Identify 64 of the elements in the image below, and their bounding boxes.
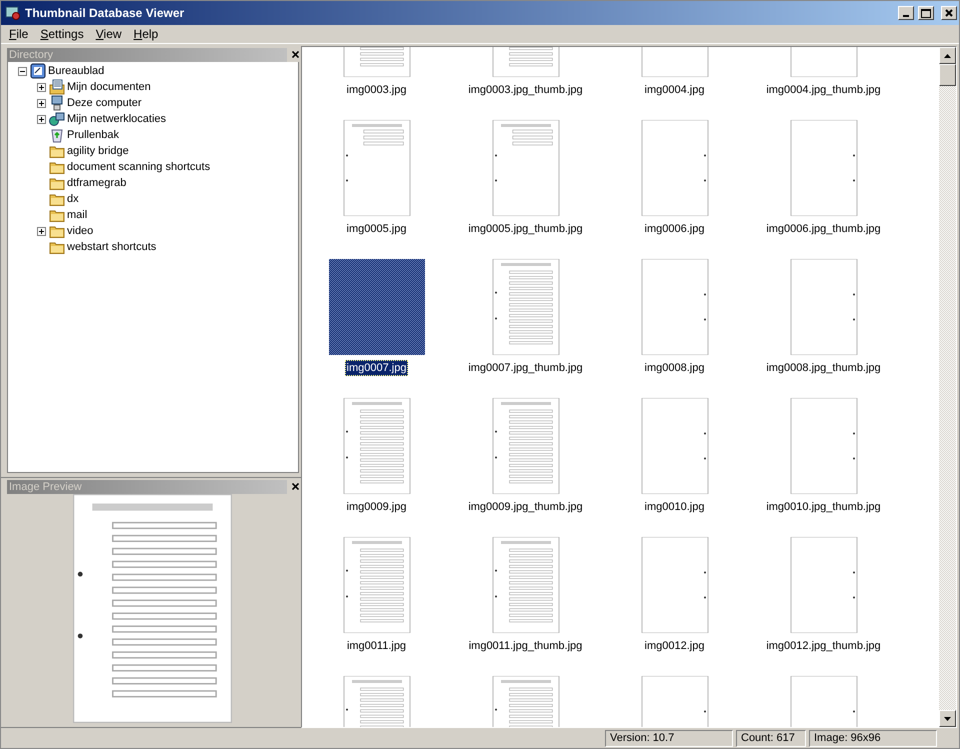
file-name: img0009.jpg bbox=[346, 500, 408, 515]
maximize-button[interactable] bbox=[918, 6, 934, 20]
file-name: img0008.jpg bbox=[644, 361, 706, 376]
maximize-icon bbox=[921, 8, 932, 18]
menu-item[interactable]: Help bbox=[128, 25, 164, 43]
scroll-thumb[interactable] bbox=[939, 64, 956, 86]
down-arrow-icon bbox=[944, 716, 951, 720]
tree-item[interactable]: video bbox=[67, 222, 94, 240]
file-name: img0012.jpg bbox=[644, 639, 706, 654]
file-name: img0006.jpg bbox=[644, 222, 706, 237]
file-name: img0004.jpg bbox=[644, 83, 706, 98]
scroll-down-button[interactable] bbox=[939, 710, 956, 727]
file-name: img0007.jpg_thumb.jpg bbox=[467, 361, 584, 376]
tree-item[interactable]: mail bbox=[67, 206, 88, 224]
status-text: Image: 96x96 bbox=[809, 730, 937, 746]
tree-item[interactable]: webstart shortcuts bbox=[67, 238, 156, 256]
tree-item[interactable]: dtframegrab bbox=[67, 174, 126, 192]
file-name: img0005.jpg_thumb.jpg bbox=[467, 222, 584, 237]
expand-icon[interactable] bbox=[37, 82, 46, 92]
panel-title: Image Preview bbox=[9, 481, 82, 493]
file-name: img0004.jpg_thumb.jpg bbox=[765, 83, 882, 98]
recycle-bin-icon bbox=[49, 127, 65, 143]
tree-item[interactable]: Deze computer bbox=[67, 94, 142, 112]
file-name: img0003.jpg bbox=[346, 83, 408, 98]
tree-item[interactable]: agility bridge bbox=[67, 142, 129, 160]
tree-item[interactable]: Mijn documenten bbox=[67, 78, 151, 96]
close-icon[interactable] bbox=[292, 51, 299, 58]
expand-icon[interactable] bbox=[37, 226, 46, 236]
status-text: Count: 617 bbox=[736, 730, 806, 746]
panel-title: Directory bbox=[9, 49, 54, 61]
file-name: img0007.jpg bbox=[344, 360, 408, 376]
file-name: img0012.jpg_thumb.jpg bbox=[765, 639, 882, 654]
file-name: img0011.jpg_thumb.jpg bbox=[468, 639, 584, 654]
tree-item[interactable]: dx bbox=[67, 190, 79, 208]
documents-icon bbox=[49, 79, 65, 95]
computer-icon bbox=[49, 95, 65, 111]
file-name: img0006.jpg_thumb.jpg bbox=[765, 222, 882, 237]
file-name: img0005.jpg bbox=[346, 222, 408, 237]
file-name: img0010.jpg_thumb.jpg bbox=[765, 500, 882, 515]
window-title: Thumbnail Database Viewer bbox=[25, 5, 186, 22]
menu-item[interactable]: View bbox=[90, 25, 128, 43]
file-name: img0003.jpg_thumb.jpg bbox=[467, 83, 584, 98]
file-name: img0009.jpg_thumb.jpg bbox=[467, 500, 584, 515]
network-icon bbox=[49, 111, 65, 127]
scroll-up-button[interactable] bbox=[939, 47, 956, 64]
tree-item[interactable]: Prullenbak bbox=[67, 126, 119, 144]
menu-item[interactable]: File bbox=[3, 25, 34, 43]
tree-item[interactable]: Bureaublad bbox=[48, 62, 104, 80]
file-name: img0008.jpg_thumb.jpg bbox=[765, 361, 882, 376]
minimize-button[interactable] bbox=[898, 6, 914, 20]
expand-icon[interactable] bbox=[37, 98, 46, 108]
status-text: Version: 10.7 bbox=[605, 730, 733, 746]
close-icon bbox=[945, 9, 953, 17]
tree-item[interactable]: Mijn netwerklocaties bbox=[67, 110, 166, 128]
collapse-icon[interactable] bbox=[18, 66, 27, 76]
expand-icon[interactable] bbox=[37, 114, 46, 124]
app-icon bbox=[5, 5, 21, 21]
close-button[interactable] bbox=[941, 6, 957, 20]
tree-item[interactable]: document scanning shortcuts bbox=[67, 158, 210, 176]
menu-item[interactable]: Settings bbox=[34, 25, 90, 43]
file-name: img0010.jpg bbox=[644, 500, 706, 515]
up-arrow-icon bbox=[944, 54, 951, 58]
file-name: img0011.jpg bbox=[346, 639, 408, 654]
close-icon[interactable] bbox=[292, 483, 299, 490]
